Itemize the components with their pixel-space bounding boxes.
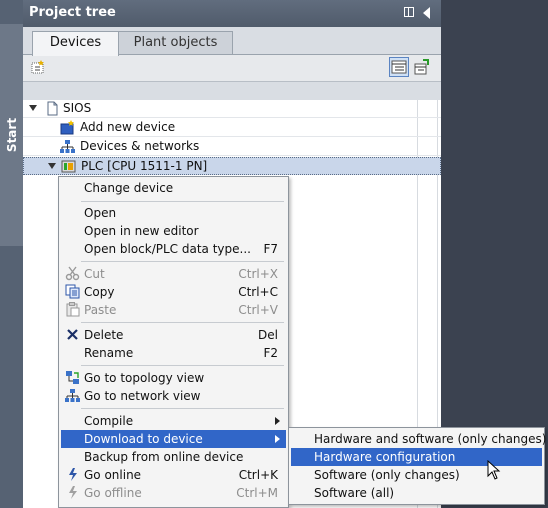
menu-item-label: Delete	[84, 328, 124, 342]
tree-item-label: Add new device	[80, 120, 176, 134]
tree-item-plc[interactable]: PLC [CPU 1511-1 PN]	[23, 157, 441, 175]
tree-item-devices-networks[interactable]: Devices & networks	[23, 138, 441, 156]
menu-separator	[81, 365, 284, 366]
tree-item-label: PLC [CPU 1511-1 PN]	[81, 159, 208, 173]
menu-item-label: Copy	[84, 285, 115, 299]
menu-item-open[interactable]: Open	[61, 204, 286, 222]
submenu-arrow-icon	[275, 417, 280, 425]
menu-shortcut: Ctrl+M	[236, 486, 278, 500]
tree-item-sios[interactable]: SIOS	[23, 100, 441, 118]
collapse-arrow-icon[interactable]	[423, 7, 430, 19]
menu-item-network-view[interactable]: Go to network view	[61, 387, 286, 405]
menu-shortcut: Del	[258, 328, 278, 342]
menu-item-label: Go online	[84, 468, 142, 482]
start-label: Start	[5, 117, 19, 153]
tree-item-add-new-device[interactable]: Add new device	[23, 119, 441, 137]
details-view-icon[interactable]	[389, 57, 409, 77]
submenu-item-software-changes[interactable]: Software (only changes)	[291, 466, 542, 484]
menu-item-label: Open block/PLC data type...	[84, 242, 251, 256]
tab-strip: Devices Plant objects	[23, 27, 441, 56]
menu-item-open-block[interactable]: Open block/PLC data type... F7	[61, 240, 286, 258]
menu-item-label: Open	[84, 206, 117, 220]
menu-shortcut: Ctrl+V	[238, 303, 278, 317]
submenu-arrow-icon	[275, 435, 280, 443]
menu-item-compile[interactable]: Compile	[61, 412, 286, 430]
plc-icon	[61, 160, 76, 173]
menu-item-open-new-editor[interactable]: Open in new editor	[61, 222, 286, 240]
portal-start-strip[interactable]: Start	[0, 0, 23, 508]
menu-item-label: Cut	[84, 267, 105, 281]
tree-toolbar	[23, 55, 441, 82]
menu-item-topology-view[interactable]: Go to topology view	[61, 369, 286, 387]
submenu-item-hw-sw-changes[interactable]: Hardware and software (only changes)	[291, 430, 546, 448]
paste-icon	[66, 302, 80, 317]
expand-arrow-icon[interactable]	[29, 105, 37, 111]
tab-devices[interactable]: Devices	[32, 31, 119, 56]
menu-item-go-online[interactable]: Go online Ctrl+K	[61, 466, 286, 484]
menu-item-label: Paste	[84, 303, 117, 317]
split-view-icon[interactable]	[404, 7, 414, 17]
submenu-item-label: Hardware and software (only changes)	[314, 432, 547, 446]
menu-shortcut: Ctrl+C	[238, 285, 278, 299]
menu-item-download-to-device[interactable]: Download to device	[61, 430, 286, 448]
menu-separator	[81, 201, 284, 202]
menu-item-paste[interactable]: Paste Ctrl+V	[61, 301, 286, 319]
menu-item-go-offline[interactable]: Go offline Ctrl+M	[61, 484, 286, 502]
menu-item-label: Download to device	[84, 432, 203, 446]
menu-item-rename[interactable]: Rename F2	[61, 344, 286, 362]
topology-icon	[66, 371, 79, 384]
tree-item-label: Devices & networks	[80, 139, 200, 153]
panel-title: Project tree	[29, 5, 116, 20]
menu-item-backup-online[interactable]: Backup from online device	[61, 448, 286, 466]
menu-separator	[81, 408, 284, 409]
menu-shortcut: F7	[263, 242, 278, 256]
submenu-item-software-all[interactable]: Software (all)	[291, 484, 542, 502]
menu-item-label: Backup from online device	[84, 450, 244, 464]
menu-separator	[81, 261, 284, 262]
menu-item-label: Go to topology view	[84, 371, 205, 385]
download-submenu: Hardware and software (only changes) Har…	[288, 427, 546, 505]
menu-shortcut: Ctrl+X	[238, 267, 278, 281]
delete-x-icon	[67, 329, 78, 340]
refresh-table-icon[interactable]	[414, 59, 430, 75]
menu-item-label: Open in new editor	[84, 224, 199, 238]
submenu-item-label: Software (only changes)	[314, 468, 460, 482]
network-icon	[60, 140, 75, 153]
menu-shortcut: Ctrl+K	[238, 468, 278, 482]
project-icon	[47, 101, 58, 116]
add-device-icon	[60, 120, 74, 135]
expand-arrow-icon[interactable]	[48, 163, 56, 169]
network-icon	[65, 389, 80, 402]
go-offline-icon	[69, 486, 77, 499]
new-group-icon[interactable]	[30, 59, 46, 75]
menu-item-label: Compile	[84, 414, 134, 428]
menu-item-label: Go offline	[84, 486, 142, 500]
tab-plant-objects[interactable]: Plant objects	[118, 31, 233, 54]
menu-item-cut[interactable]: Cut Ctrl+X	[61, 265, 286, 283]
menu-item-label: Go to network view	[84, 389, 201, 403]
context-menu: Change device Open Open in new editor Op…	[58, 176, 289, 508]
tree-item-label: SIOS	[63, 101, 92, 115]
menu-item-copy[interactable]: Copy Ctrl+C	[61, 283, 286, 301]
mouse-pointer-icon	[487, 460, 501, 480]
menu-shortcut: F2	[263, 346, 278, 360]
menu-separator	[81, 322, 284, 323]
menu-item-delete[interactable]: Delete Del	[61, 326, 286, 344]
menu-item-label: Rename	[84, 346, 134, 360]
submenu-item-label: Hardware configuration	[314, 450, 456, 464]
scissors-icon	[65, 266, 80, 281]
submenu-item-hardware-configuration[interactable]: Hardware configuration	[291, 448, 542, 466]
copy-icon	[65, 284, 80, 299]
submenu-item-label: Software (all)	[314, 486, 395, 500]
menu-item-label: Change device	[84, 181, 174, 195]
menu-item-change-device[interactable]: Change device	[61, 179, 286, 197]
go-online-icon	[69, 468, 77, 481]
panel-header: Project tree	[23, 0, 441, 27]
